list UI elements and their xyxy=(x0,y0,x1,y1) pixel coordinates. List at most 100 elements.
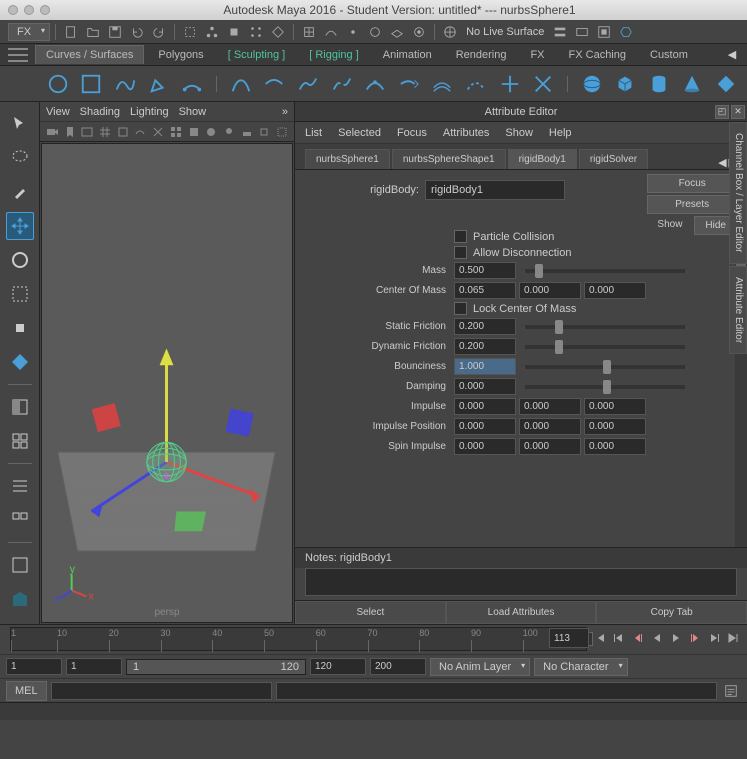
attribute-editor-tab[interactable]: Attribute Editor xyxy=(729,266,747,354)
lasso-tool-icon[interactable] xyxy=(6,144,34,172)
center-mass-z-field[interactable] xyxy=(584,282,646,299)
vp-isolate-icon[interactable] xyxy=(257,124,273,140)
vp-bookmark-icon[interactable] xyxy=(62,124,78,140)
viewport-menu-more-icon[interactable]: » xyxy=(282,106,288,118)
vp-wireframe-icon[interactable] xyxy=(168,124,184,140)
range-end-outer-field[interactable] xyxy=(370,658,426,675)
impulse-pos-z-field[interactable] xyxy=(584,418,646,435)
lock-center-mass-checkbox[interactable] xyxy=(454,302,467,315)
vp-lights-icon[interactable] xyxy=(221,124,237,140)
zoom-window-icon[interactable] xyxy=(40,5,50,15)
ae-tab-rigidbody1[interactable]: rigidBody1 xyxy=(508,149,577,169)
vp-xray-icon[interactable] xyxy=(274,124,290,140)
ae-menu-help[interactable]: Help xyxy=(549,127,572,139)
range-start-inner-field[interactable] xyxy=(66,658,122,675)
hypershade-icon[interactable] xyxy=(6,551,34,579)
spin-impulse-y-field[interactable] xyxy=(519,438,581,455)
nurbs-cone-icon[interactable] xyxy=(680,71,706,97)
graph-editor-icon[interactable] xyxy=(6,506,34,534)
viewport-menu-shading[interactable]: Shading xyxy=(80,106,120,118)
script-editor-icon[interactable] xyxy=(721,681,741,701)
shelf-tab-rigging[interactable]: Rigging xyxy=(299,46,369,64)
ae-menu-attributes[interactable]: Attributes xyxy=(443,127,489,139)
select-component-icon[interactable] xyxy=(246,22,266,42)
ae-menu-selected[interactable]: Selected xyxy=(338,127,381,139)
snap-live-icon[interactable] xyxy=(409,22,429,42)
undo-icon[interactable] xyxy=(127,22,147,42)
extend-curve-icon[interactable] xyxy=(396,71,422,97)
redo-icon[interactable] xyxy=(149,22,169,42)
vp-film-gate-icon[interactable] xyxy=(115,124,131,140)
four-pane-icon[interactable] xyxy=(6,427,34,455)
ae-tab-nurbssphere1[interactable]: nurbsSphere1 xyxy=(305,149,390,169)
shelf-tab-fxcaching[interactable]: FX Caching xyxy=(559,46,636,64)
shelf-tab-custom[interactable]: Custom xyxy=(640,46,698,64)
select-mode-icon[interactable] xyxy=(180,22,200,42)
vp-resolution-icon[interactable] xyxy=(133,124,149,140)
rotate-tool-icon[interactable] xyxy=(6,246,34,274)
ae-focus-button[interactable]: Focus xyxy=(647,174,737,193)
new-scene-icon[interactable] xyxy=(61,22,81,42)
nurbs-plane-icon[interactable] xyxy=(713,71,739,97)
shelf-scroll-icon[interactable]: ◀ xyxy=(722,45,742,65)
current-frame-field[interactable] xyxy=(549,628,589,648)
live-surface-toggle-icon[interactable] xyxy=(440,22,460,42)
workspace-dropdown[interactable]: FX xyxy=(8,23,50,41)
bounciness-field[interactable] xyxy=(454,358,516,375)
nurbs-cube-icon[interactable] xyxy=(612,71,638,97)
command-input[interactable] xyxy=(51,682,272,700)
range-slider[interactable]: 1120 xyxy=(126,659,306,675)
particle-collision-checkbox[interactable] xyxy=(454,230,467,243)
tab-scroll-left-icon[interactable]: ◀ xyxy=(718,156,726,169)
anim-layer-dropdown[interactable]: No Anim Layer xyxy=(430,658,530,676)
select-tool-icon[interactable] xyxy=(6,110,34,138)
bezier-icon[interactable] xyxy=(228,71,254,97)
insert-knot-icon[interactable] xyxy=(362,71,388,97)
go-to-start-icon[interactable] xyxy=(592,628,608,648)
go-to-end-icon[interactable] xyxy=(725,628,741,648)
impulse-y-field[interactable] xyxy=(519,398,581,415)
dynamic-friction-slider[interactable] xyxy=(525,345,685,349)
snap-projected-icon[interactable] xyxy=(365,22,385,42)
spin-impulse-x-field[interactable] xyxy=(454,438,516,455)
spin-impulse-z-field[interactable] xyxy=(584,438,646,455)
impulse-pos-x-field[interactable] xyxy=(454,418,516,435)
detach-curve-icon[interactable] xyxy=(329,71,355,97)
nurbs-sphere-icon[interactable] xyxy=(579,71,605,97)
select-object-icon[interactable] xyxy=(224,22,244,42)
center-mass-x-field[interactable] xyxy=(454,282,516,299)
render-icon[interactable] xyxy=(572,22,592,42)
paint-select-icon[interactable] xyxy=(6,178,34,206)
character-dropdown[interactable]: No Character xyxy=(534,658,627,676)
pencil-curve-icon[interactable] xyxy=(146,71,172,97)
attach-curve-icon[interactable] xyxy=(295,71,321,97)
render-settings-icon[interactable] xyxy=(616,22,636,42)
ae-copy-tab-button[interactable]: Copy Tab xyxy=(596,601,747,624)
outliner-icon[interactable] xyxy=(6,472,34,500)
play-backward-icon[interactable] xyxy=(649,628,665,648)
select-hierarchy-icon[interactable] xyxy=(202,22,222,42)
close-window-icon[interactable] xyxy=(8,5,18,15)
nurbs-square-icon[interactable] xyxy=(79,71,105,97)
ae-tab-rigidsolver[interactable]: rigidSolver xyxy=(579,149,648,169)
snap-curve-icon[interactable] xyxy=(321,22,341,42)
ipr-render-icon[interactable] xyxy=(594,22,614,42)
vp-camera-icon[interactable] xyxy=(44,124,60,140)
ae-load-attributes-button[interactable]: Load Attributes xyxy=(446,601,597,624)
snap-point-icon[interactable] xyxy=(343,22,363,42)
vp-gate-mask-icon[interactable] xyxy=(150,124,166,140)
impulse-pos-y-field[interactable] xyxy=(519,418,581,435)
bounciness-slider[interactable] xyxy=(525,365,685,369)
construction-history-icon[interactable] xyxy=(550,22,570,42)
shelf-tab-animation[interactable]: Animation xyxy=(373,46,442,64)
command-language-label[interactable]: MEL xyxy=(6,681,47,701)
move-tool-icon[interactable] xyxy=(6,212,34,240)
notes-textarea[interactable] xyxy=(305,568,737,596)
offset-curve-icon[interactable] xyxy=(430,71,456,97)
minimize-window-icon[interactable] xyxy=(24,5,34,15)
vp-shadows-icon[interactable] xyxy=(239,124,255,140)
damping-field[interactable] xyxy=(454,378,516,395)
ae-menu-show[interactable]: Show xyxy=(505,127,533,139)
diamond-tool-icon[interactable] xyxy=(6,348,34,376)
select-mask-icon[interactable] xyxy=(268,22,288,42)
